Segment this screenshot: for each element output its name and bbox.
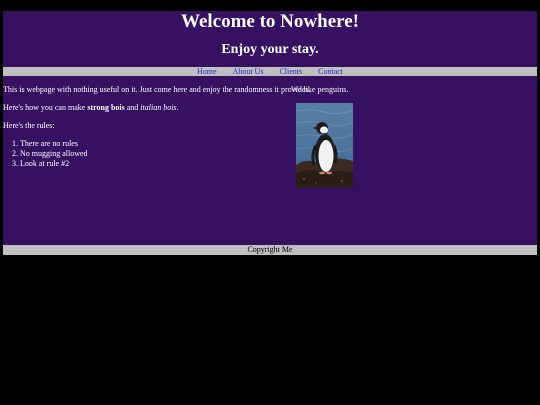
intro-paragraph: This is webpage with nothing useful on i… <box>3 85 363 95</box>
penguin-photo <box>295 103 354 188</box>
page-header: Welcome to Nowhere! Enjoy your stay. <box>3 11 537 67</box>
nav-bar: Home About Us Clients Contact <box>3 67 537 76</box>
nav-link-about-us[interactable]: About Us <box>233 67 264 76</box>
penguin-note: We like penguins. <box>291 85 349 94</box>
page-subtitle: Enjoy your stay. <box>221 42 319 57</box>
make-suffix: . <box>176 103 179 112</box>
nav-link-clients[interactable]: Clients <box>279 67 302 76</box>
strong-text: strong bois <box>87 103 125 112</box>
nav-link-contact[interactable]: Contact <box>318 67 343 76</box>
make-and: and <box>124 103 141 112</box>
page-title: Welcome to Nowhere! <box>181 11 359 32</box>
intro-text: This is webpage with nothing useful on i… <box>3 85 311 94</box>
page-footer: Copyright Me <box>3 245 537 255</box>
nav-link-home[interactable]: Home <box>197 67 217 76</box>
copyright-text: Copyright Me <box>247 245 293 254</box>
page-container: Welcome to Nowhere! Enjoy your stay. Hom… <box>3 11 537 255</box>
make-prefix: Here's how you can make <box>3 103 88 112</box>
italic-text: italian bois <box>140 103 177 112</box>
